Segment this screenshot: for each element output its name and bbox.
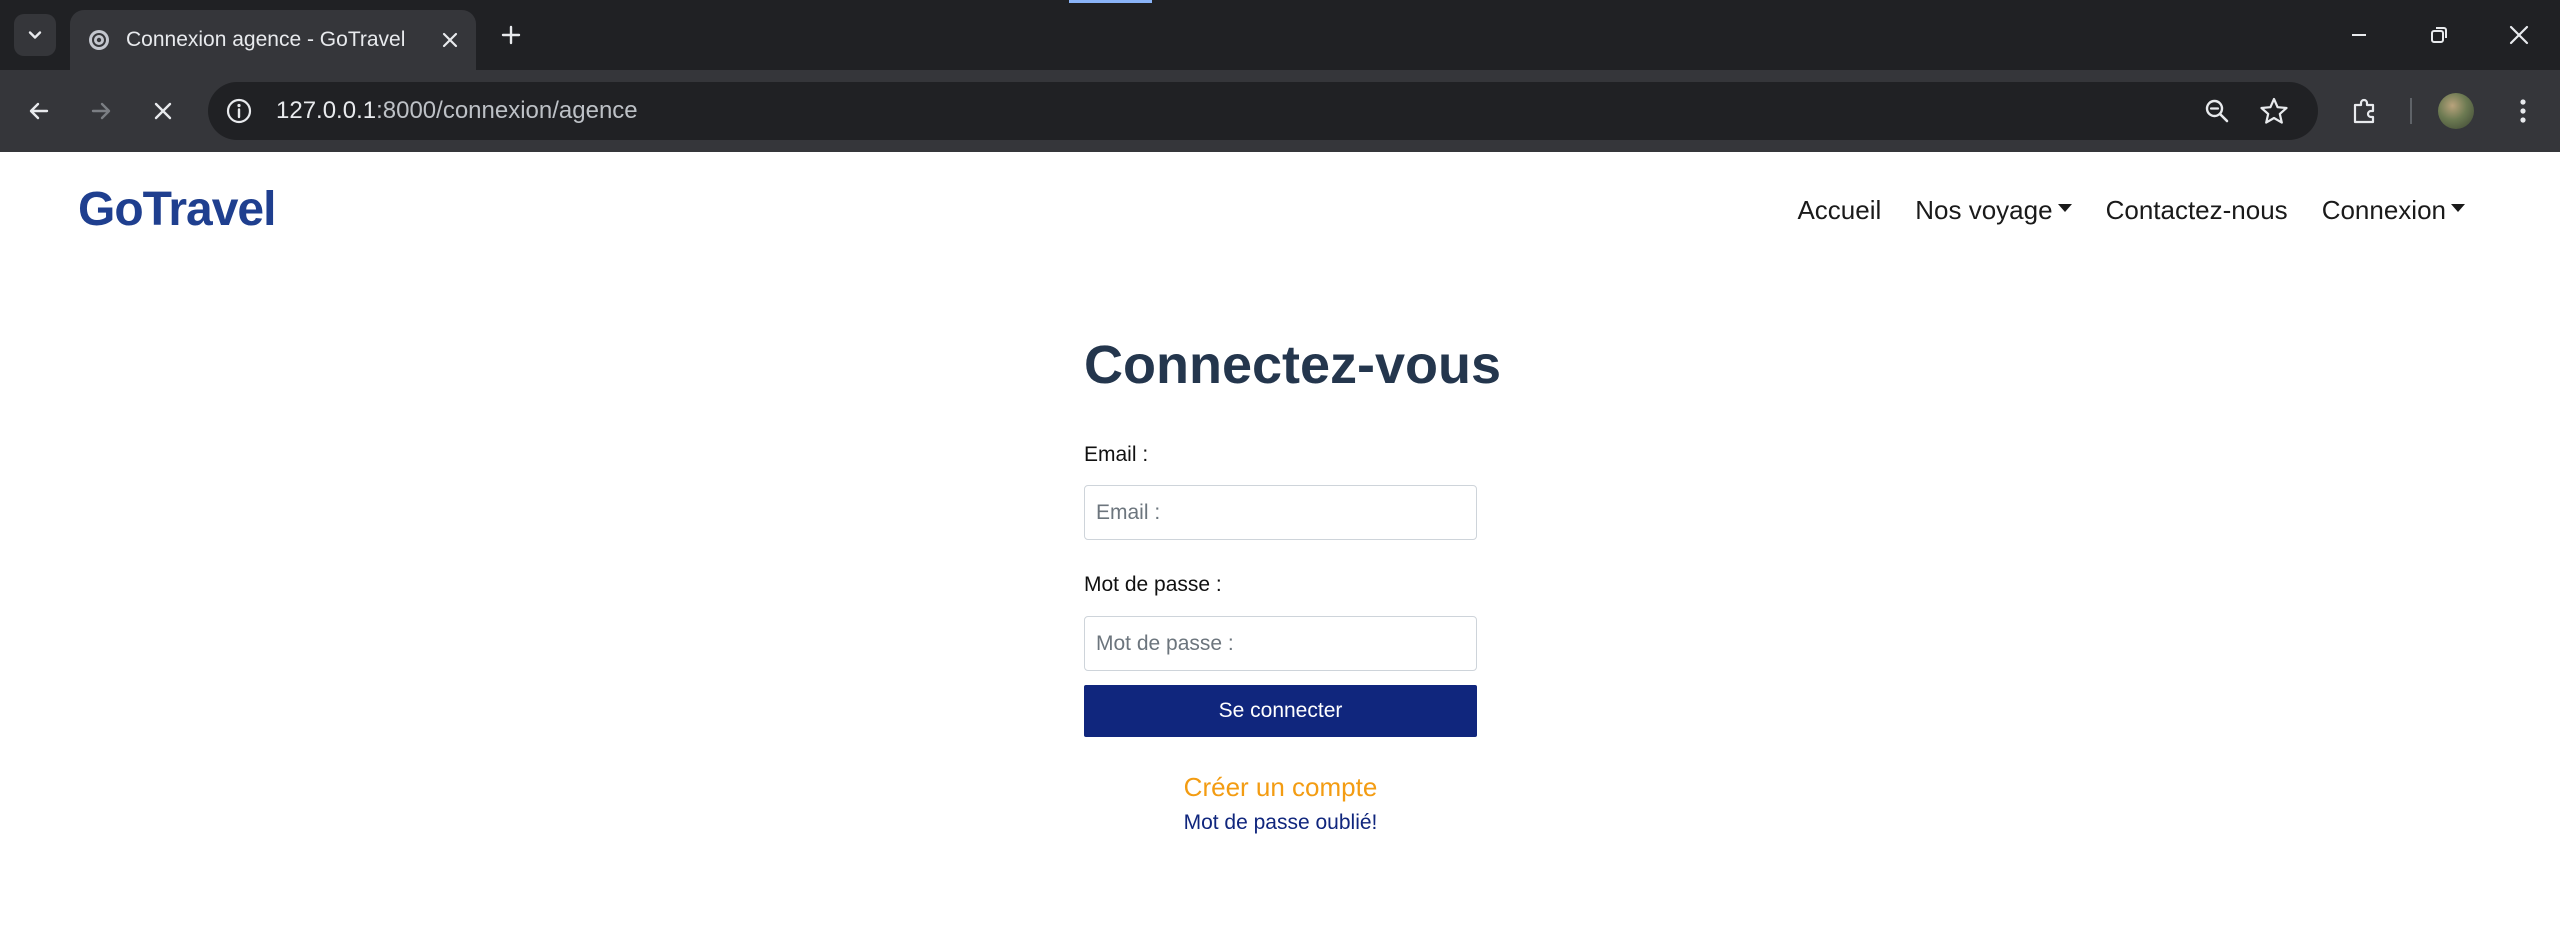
arrow-right-icon — [91, 102, 111, 120]
tab-title: Connexion agence - GoTravel — [126, 28, 406, 51]
loading-indicator — [1069, 0, 1152, 3]
url-host: 127.0.0.1 — [276, 97, 377, 124]
zoom-button[interactable] — [2200, 94, 2234, 128]
back-button[interactable] — [18, 90, 60, 132]
email-label: Email : — [1084, 443, 1149, 466]
avatar[interactable] — [2438, 93, 2474, 129]
email-field[interactable] — [1084, 485, 1477, 540]
plus-icon — [501, 25, 521, 45]
site-logo[interactable]: GoTravel — [78, 182, 276, 238]
browser-menu-button[interactable] — [2502, 90, 2544, 132]
forgot-password-link[interactable]: Mot de passe oublié! — [1084, 809, 1477, 837]
site-navbar: Accueil Nos voyage Contactez-nous Connex… — [1797, 190, 2465, 230]
stop-loading-button[interactable] — [142, 90, 184, 132]
kebab-menu-icon — [2520, 99, 2526, 123]
url-text: 127.0.0.1:8000/connexion/agence — [276, 95, 638, 127]
address-bar[interactable]: 127.0.0.1:8000/connexion/agence — [208, 82, 2318, 140]
nav-dropdown-login[interactable]: Connexion — [2322, 190, 2465, 230]
restore-icon — [2431, 27, 2447, 43]
star-icon — [2260, 97, 2288, 124]
globe-icon — [86, 27, 112, 53]
close-icon — [442, 32, 458, 48]
close-icon — [2509, 25, 2529, 45]
caret-down-icon — [2057, 204, 2072, 213]
page-title: Connectez-vous — [1084, 335, 1502, 395]
tab-close-button[interactable] — [436, 26, 464, 54]
toolbar-separator — [2410, 98, 2412, 124]
chevron-down-icon — [28, 31, 42, 39]
site-info-button[interactable] — [222, 94, 256, 128]
browser-tab-active[interactable]: Connexion agence - GoTravel — [70, 10, 476, 70]
url-path: :8000/connexion/agence — [376, 97, 638, 124]
minimize-icon — [2352, 34, 2366, 36]
nav-link-home[interactable]: Accueil — [1797, 190, 1881, 230]
extensions-button[interactable] — [2344, 90, 2386, 132]
restore-button[interactable] — [2416, 12, 2462, 58]
browser-tab-bar: Connexion agence - GoTravel — [0, 0, 2560, 70]
zoom-out-icon — [2205, 99, 2229, 123]
password-field[interactable] — [1084, 616, 1477, 671]
arrow-left-icon — [29, 102, 49, 120]
bookmark-button[interactable] — [2257, 94, 2291, 128]
puzzle-icon — [2353, 98, 2375, 124]
create-account-link[interactable]: Créer un compte — [1084, 770, 1477, 804]
logo-text: GoTravel — [78, 183, 276, 236]
web-page: GoTravel Accueil Nos voyage Contactez-no… — [0, 152, 2560, 931]
new-tab-button[interactable] — [492, 16, 530, 54]
forward-button[interactable] — [80, 90, 122, 132]
nav-dropdown-trips[interactable]: Nos voyage — [1915, 190, 2072, 230]
info-icon — [226, 98, 252, 124]
nav-login-label: Connexion — [2321, 195, 2446, 225]
nav-link-contact[interactable]: Contactez-nous — [2106, 190, 2288, 230]
nav-trips-label: Nos voyage — [1915, 195, 2053, 225]
tab-search-button[interactable] — [14, 14, 56, 56]
minimize-button[interactable] — [2336, 12, 2382, 58]
stop-loading-icon — [154, 102, 172, 120]
login-button[interactable]: Se connecter — [1084, 685, 1477, 737]
caret-down-icon — [2451, 204, 2465, 213]
close-window-button[interactable] — [2496, 12, 2542, 58]
password-label: Mot de passe : — [1084, 573, 1222, 596]
browser-toolbar: 127.0.0.1:8000/connexion/agence — [0, 70, 2560, 152]
